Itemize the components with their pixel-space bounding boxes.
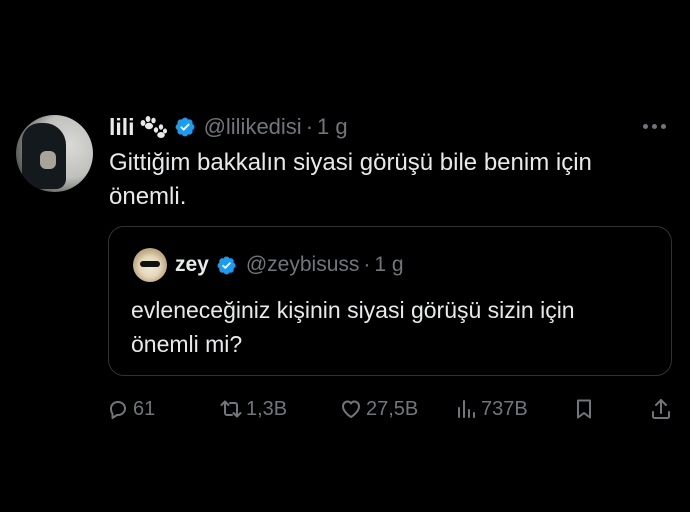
author-handle[interactable]: @lilikedisi (204, 114, 302, 140)
quoted-text: evleneceğiniz kişinin siyasi görüşü sizi… (131, 297, 575, 357)
bookmark-icon (577, 399, 591, 419)
quoted-author-name[interactable]: zey (175, 253, 209, 277)
like-button[interactable]: 27,5B (339, 394, 418, 424)
verified-badge-icon (217, 256, 236, 274)
action-bar: 61 1,3B 27,5B 737B (106, 394, 676, 424)
reply-count: 61 (133, 397, 156, 420)
quoted-header-separator: · (363, 253, 371, 276)
share-button[interactable] (649, 394, 673, 424)
tweet-text: Gittiğim bakkalın siyasi görüşü bile ben… (109, 149, 592, 210)
more-options-icon[interactable] (643, 124, 666, 129)
reply-icon (110, 401, 126, 419)
author-name[interactable]: lili (109, 114, 135, 141)
quoted-author-avatar[interactable] (133, 248, 167, 282)
tweet-header: lili @lilikedisi · 1 g (109, 110, 348, 144)
verified-badge-icon (175, 117, 194, 137)
quoted-tweet[interactable]: zey @zeybisuss · 1 g evleneceğiniz kişin… (108, 226, 672, 376)
more-dot (643, 124, 648, 129)
repost-icon (220, 400, 242, 418)
quoted-time[interactable]: 1 g (374, 253, 403, 277)
avatar-glasses (140, 261, 160, 267)
author-avatar[interactable] (16, 115, 93, 192)
avatar-hand (40, 151, 56, 169)
paw-prints-icon (140, 116, 167, 138)
bookmark-button[interactable] (572, 394, 596, 424)
views-button[interactable]: 737B (454, 394, 528, 424)
more-dot (652, 124, 657, 129)
share-icon (652, 399, 670, 419)
quoted-header: zey @zeybisuss · 1 g (175, 249, 404, 281)
repost-count: 1,3B (246, 397, 288, 420)
more-dot (661, 124, 666, 129)
reply-button[interactable]: 61 (106, 394, 155, 424)
heart-icon (342, 400, 360, 418)
tweet-time[interactable]: 1 g (317, 114, 348, 140)
header-separator: · (305, 114, 314, 139)
quoted-author-handle[interactable]: @zeybisuss (246, 253, 360, 277)
like-count: 27,5B (366, 397, 419, 420)
repost-button[interactable]: 1,3B (219, 394, 287, 424)
views-count: 737B (481, 397, 528, 420)
views-chart-icon (458, 400, 475, 418)
